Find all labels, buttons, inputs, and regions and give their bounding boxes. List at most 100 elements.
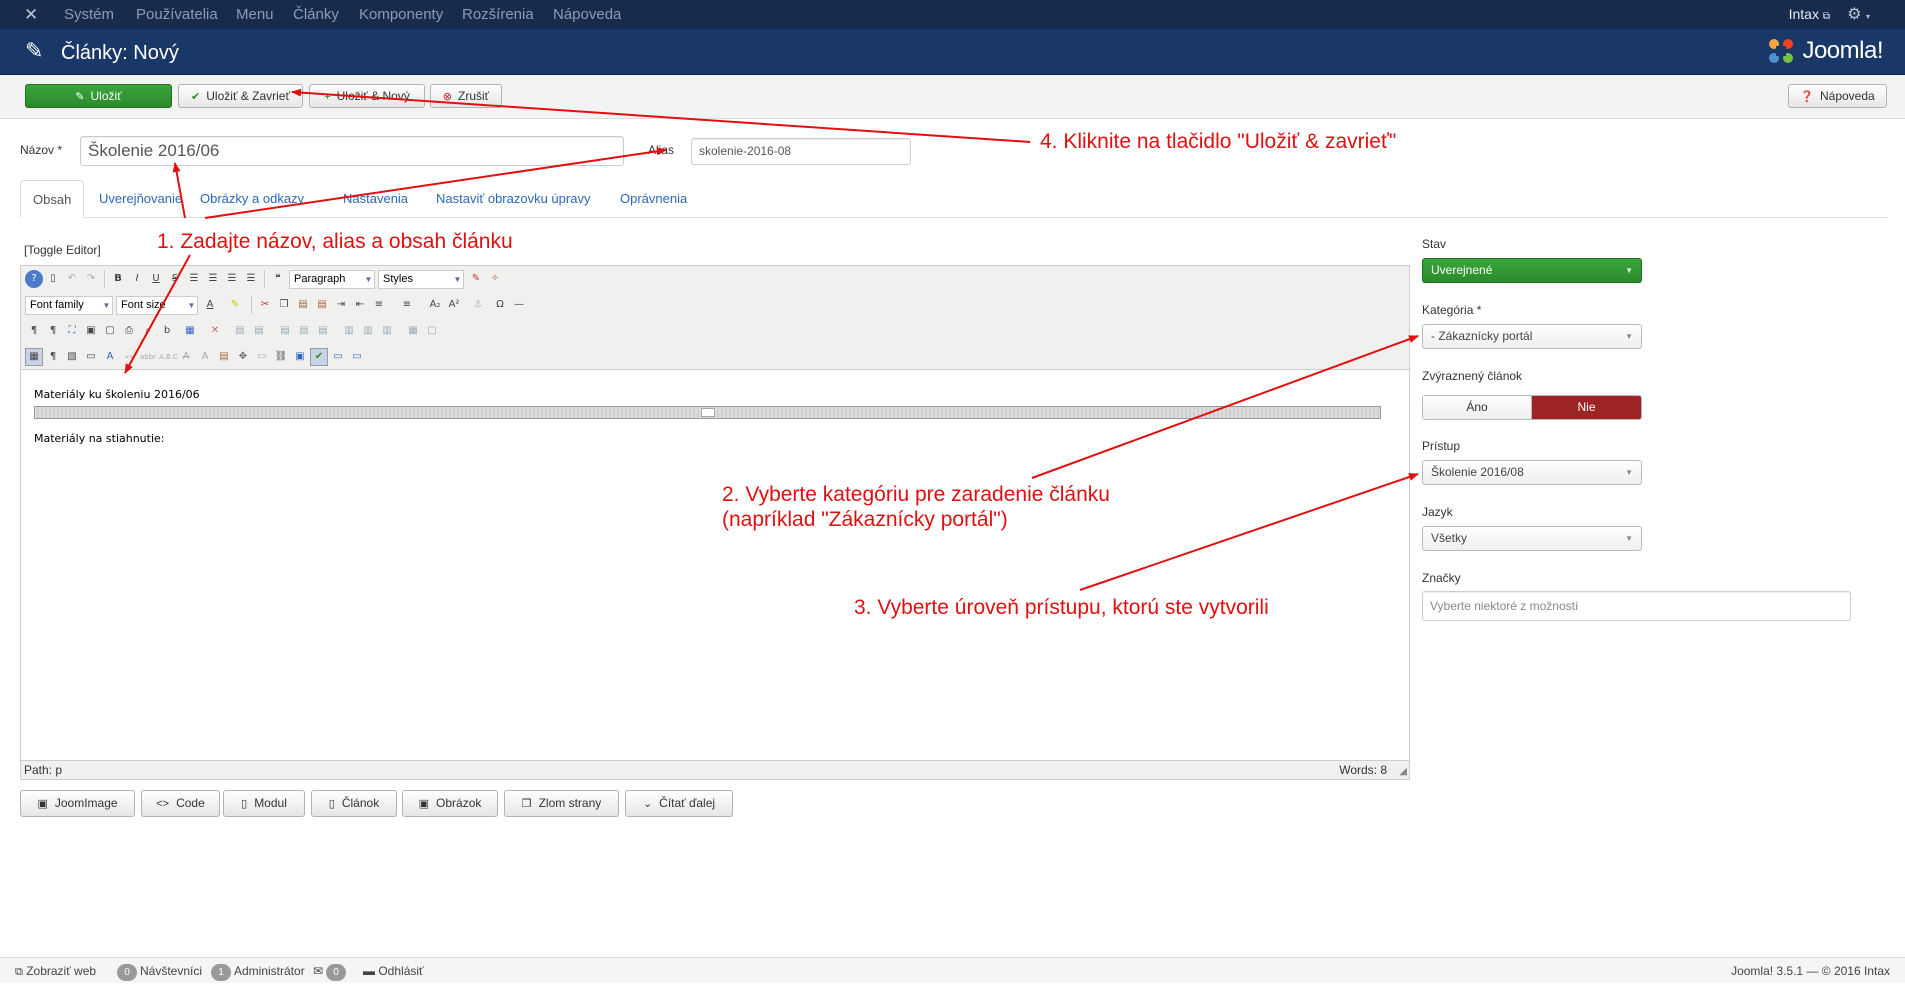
row-before-icon[interactable]: ▤ xyxy=(231,322,249,340)
outdent-icon[interactable]: ⇤ xyxy=(351,296,369,314)
view-site-link[interactable]: ⧉ Zobraziť web xyxy=(15,958,96,985)
alias-input[interactable]: skolenie-2016-08 xyxy=(691,138,911,165)
align-right-icon[interactable]: ☰ xyxy=(242,270,260,288)
undo-icon[interactable]: ↶ xyxy=(63,270,81,288)
layer-icon[interactable]: ✥ xyxy=(234,348,252,366)
acronym-icon[interactable]: A.B.C xyxy=(158,348,178,366)
merge-cells-icon[interactable]: ▢ xyxy=(423,322,441,340)
user-menu[interactable]: Intax ⧉ xyxy=(1789,6,1830,22)
access-select[interactable]: Školenie 2016/08 ▼ xyxy=(1422,460,1642,485)
font-size-select[interactable]: Font size ▼ xyxy=(116,296,198,315)
format-select[interactable]: Paragraph ▼ xyxy=(289,270,375,289)
menu-users[interactable]: Používatelia xyxy=(136,6,218,23)
pagebreak-button[interactable]: ❐ Zlom strany xyxy=(504,790,619,817)
cancel-button[interactable]: ⊗ Zrušiť xyxy=(430,84,502,108)
joomimage-button[interactable]: ▣ JoomImage xyxy=(20,790,135,817)
tab-configure-edit-screen[interactable]: Nastaviť obrazovku úpravy xyxy=(424,180,602,218)
cut-icon[interactable]: ✂ xyxy=(256,296,274,314)
ordered-list-icon[interactable]: ≡ xyxy=(370,296,388,314)
image-button[interactable]: ▣ Obrázok xyxy=(402,790,498,817)
menu-system[interactable]: Systém xyxy=(64,6,114,23)
menu-extensions[interactable]: Rozšírenia xyxy=(462,6,534,23)
readmore-button[interactable]: ⌄ Čítať ďalej xyxy=(625,790,733,817)
menu-content[interactable]: Články xyxy=(293,6,339,23)
article-button[interactable]: ▯ Článok xyxy=(311,790,397,817)
tab-options[interactable]: Nastavenia xyxy=(331,180,420,218)
strikethrough-icon[interactable]: S xyxy=(166,270,184,288)
status-select[interactable]: Uverejnené ▼ xyxy=(1422,258,1642,283)
title-input[interactable]: Školenie 2016/06 xyxy=(80,136,624,166)
spellchecker-icon[interactable]: ✔ xyxy=(310,348,328,366)
category-select[interactable]: - Zákaznícky portál ▼ xyxy=(1422,324,1642,349)
tab-content[interactable]: Obsah xyxy=(20,180,85,218)
code-button[interactable]: <> Code xyxy=(141,790,220,817)
new-document-icon[interactable]: ▯ xyxy=(44,270,62,288)
cite-icon[interactable]: «» xyxy=(120,348,138,366)
messages-indicator[interactable]: ✉ 0 xyxy=(313,958,349,984)
save-button[interactable]: ✎ Uložiť xyxy=(25,84,172,108)
template-icon[interactable]: ▣ xyxy=(82,322,100,340)
paste-icon[interactable]: ▤ xyxy=(294,296,312,314)
search-icon[interactable]: ⌕ xyxy=(139,322,157,340)
language-select[interactable]: Všetky ▼ xyxy=(1422,526,1642,551)
abbr-icon[interactable]: abbr xyxy=(139,348,157,366)
attributes-icon[interactable]: ▤ xyxy=(215,348,233,366)
tab-permissions[interactable]: Oprávnenia xyxy=(608,180,699,218)
link-icon[interactable]: ⛓ xyxy=(272,348,290,366)
toggle-editor-link[interactable]: [Toggle Editor] xyxy=(24,243,101,257)
logout-link[interactable]: ▬ Odhlásiť xyxy=(363,958,424,984)
featured-no-button[interactable]: Nie xyxy=(1532,396,1641,419)
delete-col-icon[interactable]: ▥ xyxy=(378,322,396,340)
rtl-icon[interactable]: ¶ xyxy=(44,322,62,340)
indent-icon[interactable]: ⇥ xyxy=(332,296,350,314)
editor-content[interactable]: Materiály ku školeniu 2016/06 Materiály … xyxy=(21,370,1409,760)
menu-components[interactable]: Komponenty xyxy=(359,6,443,23)
replace-icon[interactable]: b xyxy=(158,322,176,340)
joomla-icon[interactable]: ✕ xyxy=(24,6,38,23)
italic-icon[interactable]: I xyxy=(128,270,146,288)
layer-move-icon[interactable]: ▭ xyxy=(253,348,271,366)
ins-icon[interactable]: A xyxy=(196,348,214,366)
col-after-icon[interactable]: ▥ xyxy=(359,322,377,340)
show-blocks-icon[interactable]: ¶ xyxy=(44,348,62,366)
print-icon[interactable]: ⎙ xyxy=(120,322,138,340)
anchor-icon[interactable]: ⚓ xyxy=(469,296,487,314)
image-manager-icon[interactable]: ▣ xyxy=(291,348,309,366)
col-before-icon[interactable]: ▥ xyxy=(340,322,358,340)
spellcheck-icon[interactable]: A xyxy=(101,348,119,366)
delete-table-icon[interactable]: ✕ xyxy=(206,322,224,340)
cleanup-icon[interactable]: ✧ xyxy=(486,270,504,288)
split-cells-icon[interactable]: ▦ xyxy=(404,322,422,340)
ltr-icon[interactable]: ¶ xyxy=(25,322,43,340)
save-new-button[interactable]: + Uložiť & Nový xyxy=(309,84,425,108)
media-icon[interactable]: ▭ xyxy=(82,348,100,366)
help-button[interactable]: ❓ Nápoveda xyxy=(1788,84,1887,108)
blockquote-icon[interactable]: ❝ xyxy=(269,270,287,288)
row-props-icon[interactable]: ▤ xyxy=(276,322,294,340)
resize-handle-icon[interactable]: ◢ xyxy=(1399,763,1407,781)
redo-icon[interactable]: ↷ xyxy=(82,270,100,288)
tab-images-links[interactable]: Obrázky a odkazy xyxy=(188,180,316,218)
omega-icon[interactable]: Ω xyxy=(491,296,509,314)
fullscreen-icon[interactable]: ⛶ xyxy=(63,322,81,340)
bullet-list-icon[interactable]: ≡ xyxy=(398,296,416,314)
paste-text-icon[interactable]: ▤ xyxy=(313,296,331,314)
superscript-icon[interactable]: A² xyxy=(445,296,463,314)
bold-icon[interactable]: B xyxy=(109,270,127,288)
module-button[interactable]: ▯ Modul xyxy=(223,790,305,817)
cell-props-icon[interactable]: ▤ xyxy=(295,322,313,340)
insert-table-icon[interactable]: ▦ xyxy=(181,322,199,340)
source-code-icon[interactable]: ▢ xyxy=(101,322,119,340)
justify-icon[interactable]: ☰ xyxy=(185,270,203,288)
text-color-icon[interactable]: A xyxy=(201,296,219,314)
readmore-icon[interactable]: ▭ xyxy=(348,348,366,366)
tab-publishing[interactable]: Uverejňovanie xyxy=(87,180,194,218)
align-left-icon[interactable]: ☰ xyxy=(223,270,241,288)
help-icon[interactable]: ? xyxy=(25,270,43,288)
insert-image-icon[interactable]: ▧ xyxy=(63,348,81,366)
styles-select[interactable]: Styles ▼ xyxy=(378,270,464,289)
underline-icon[interactable]: U xyxy=(147,270,165,288)
copy-icon[interactable]: ❐ xyxy=(275,296,293,314)
font-family-select[interactable]: Font family ▼ xyxy=(25,296,113,315)
horizontal-rule-icon[interactable]: — xyxy=(510,296,528,314)
